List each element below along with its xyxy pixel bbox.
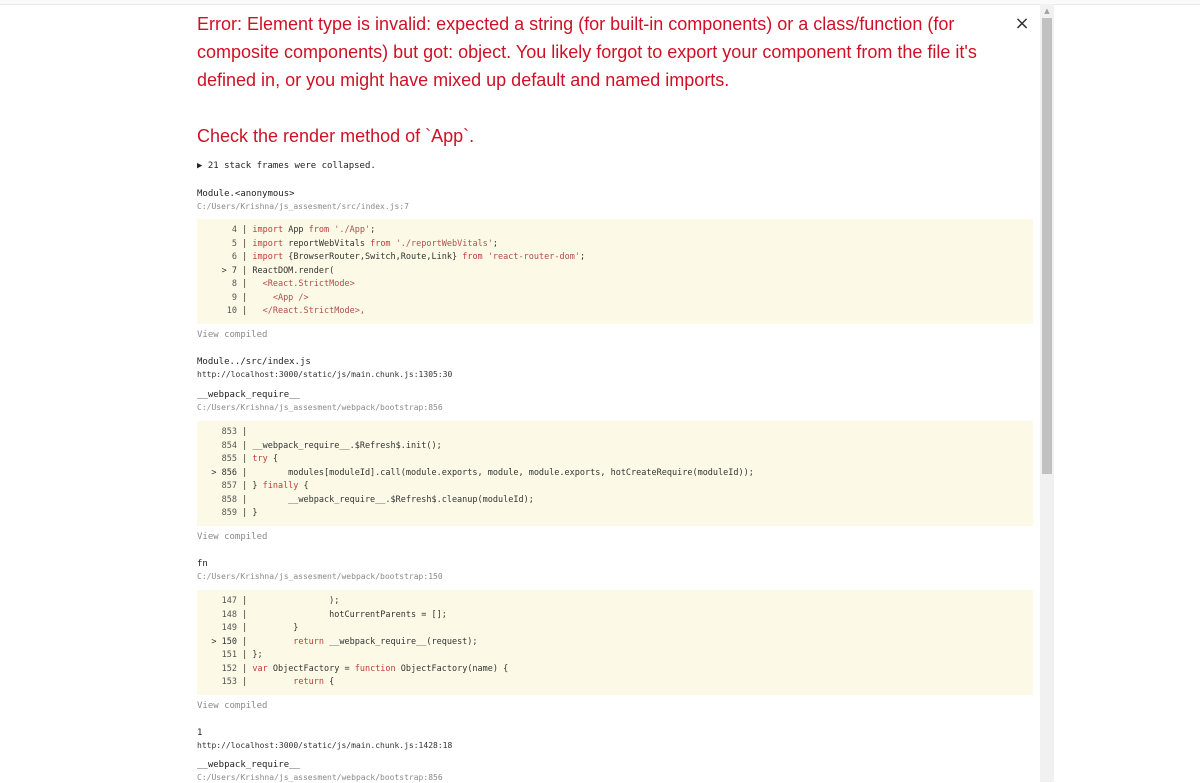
stack-frame-name: __webpack_require__ — [197, 760, 300, 770]
code-snippet: 147 | ); 148 | hotCurrentParents = []; 1… — [197, 590, 1033, 695]
line-number: 4 — [231, 225, 237, 235]
code-line: 853 | — [197, 426, 1033, 440]
error-check-render: Check the render method of `App`. — [197, 126, 475, 146]
code-line: 151 | }; — [197, 649, 1033, 663]
view-compiled-link[interactable]: View compiled — [197, 531, 267, 543]
code-line-highlighted: > 150 | return __webpack_require__(reque… — [197, 636, 1033, 650]
line-number: > 150 — [211, 636, 237, 647]
code-snippet: 853 | 854 | __webpack_require__.$Refresh… — [197, 421, 1033, 526]
stack-frame-location[interactable]: C:/Users/Krishna/js_assesment/webpack/bo… — [197, 402, 443, 413]
line-number: 8 — [231, 279, 237, 289]
line-number: > 7 — [221, 265, 237, 276]
code-line: 5 | import reportWebVitals from './repor… — [197, 238, 1033, 252]
view-compiled-link[interactable]: View compiled — [197, 329, 267, 341]
close-icon[interactable]: × — [1012, 14, 1032, 34]
line-number: 147 — [221, 596, 237, 606]
collapsed-frames-toggle[interactable]: ▶ 21 stack frames were collapsed. — [197, 160, 376, 172]
line-number: 5 — [231, 238, 237, 249]
code-line: 148 | hotCurrentParents = []; — [197, 609, 1033, 623]
stack-frame-location[interactable]: http://localhost:3000/static/js/main.chu… — [197, 740, 452, 751]
code-line: 858 | __webpack_require__.$Refresh$.clea… — [197, 494, 1033, 508]
code-line: 6 | import {BrowserRouter,Switch,Route,L… — [197, 251, 1033, 265]
code-line: 147 | ); — [197, 595, 1033, 609]
scroll-up-arrow-icon[interactable]: ▲ — [1040, 6, 1054, 16]
line-number: 149 — [221, 623, 237, 633]
line-number: > 856 — [211, 467, 237, 478]
line-number: 6 — [231, 252, 237, 262]
vertical-scrollbar[interactable]: ▲ — [1040, 4, 1054, 782]
line-number: 148 — [221, 609, 237, 620]
line-number: 152 — [221, 663, 237, 674]
stack-frame-location[interactable]: C:/Users/Krishna/js_assesment/webpack/bo… — [197, 772, 443, 783]
code-line: 859 | } — [197, 507, 1033, 521]
stack-frame-name: __webpack_require__ — [197, 390, 300, 400]
code-line: 4 | import App from './App'; — [197, 224, 1033, 238]
stack-frame-name: 1 — [197, 728, 203, 738]
error-overlay: Error: Element type is invalid: expected… — [197, 0, 1037, 782]
scrollbar-thumb[interactable] — [1042, 18, 1052, 474]
stack-frame-name: Module../src/index.js — [197, 357, 311, 367]
line-number: 10 — [226, 306, 237, 316]
stack-frame-location[interactable]: C:/Users/Krishna/js_assesment/webpack/bo… — [197, 571, 443, 582]
code-line: 855 | try { — [197, 453, 1033, 467]
line-number: 151 — [221, 650, 237, 660]
code-snippet: 4 | import App from './App'; 5 | import … — [197, 219, 1033, 324]
code-line: 8 | <React.StrictMode> — [197, 278, 1033, 292]
line-number: 855 — [221, 454, 237, 464]
code-line: 857 | } finally { — [197, 480, 1033, 494]
line-number: 859 — [221, 508, 237, 518]
stack-frame-name: fn — [197, 559, 208, 569]
line-number: 9 — [231, 292, 237, 303]
code-line: 854 | __webpack_require__.$Refresh$.init… — [197, 440, 1033, 454]
code-line: 149 | } — [197, 622, 1033, 636]
stack-frame-location[interactable]: http://localhost:3000/static/js/main.chu… — [197, 369, 452, 380]
code-line: 10 | </React.StrictMode>, — [197, 305, 1033, 319]
error-header: Error: Element type is invalid: expected… — [197, 10, 1012, 150]
code-line-highlighted: > 856 | modules[moduleId].call(module.ex… — [197, 467, 1033, 481]
code-line-highlighted: > 7 | ReactDOM.render( — [197, 265, 1033, 279]
view-compiled-link[interactable]: View compiled — [197, 700, 267, 712]
line-number: 854 — [221, 440, 237, 451]
code-line: 152 | var ObjectFactory = function Objec… — [197, 663, 1033, 677]
line-number: 153 — [221, 677, 237, 687]
line-number: 857 — [221, 481, 237, 491]
error-message: Error: Element type is invalid: expected… — [197, 14, 977, 90]
stack-frame-location[interactable]: C:/Users/Krishna/js_assesment/src/index.… — [197, 201, 409, 212]
line-number: 858 — [221, 494, 237, 505]
code-line: 153 | return { — [197, 676, 1033, 690]
stack-frame-name: Module.<anonymous> — [197, 189, 295, 199]
code-line: 9 | <App /> — [197, 292, 1033, 306]
line-number: 853 — [221, 427, 237, 437]
